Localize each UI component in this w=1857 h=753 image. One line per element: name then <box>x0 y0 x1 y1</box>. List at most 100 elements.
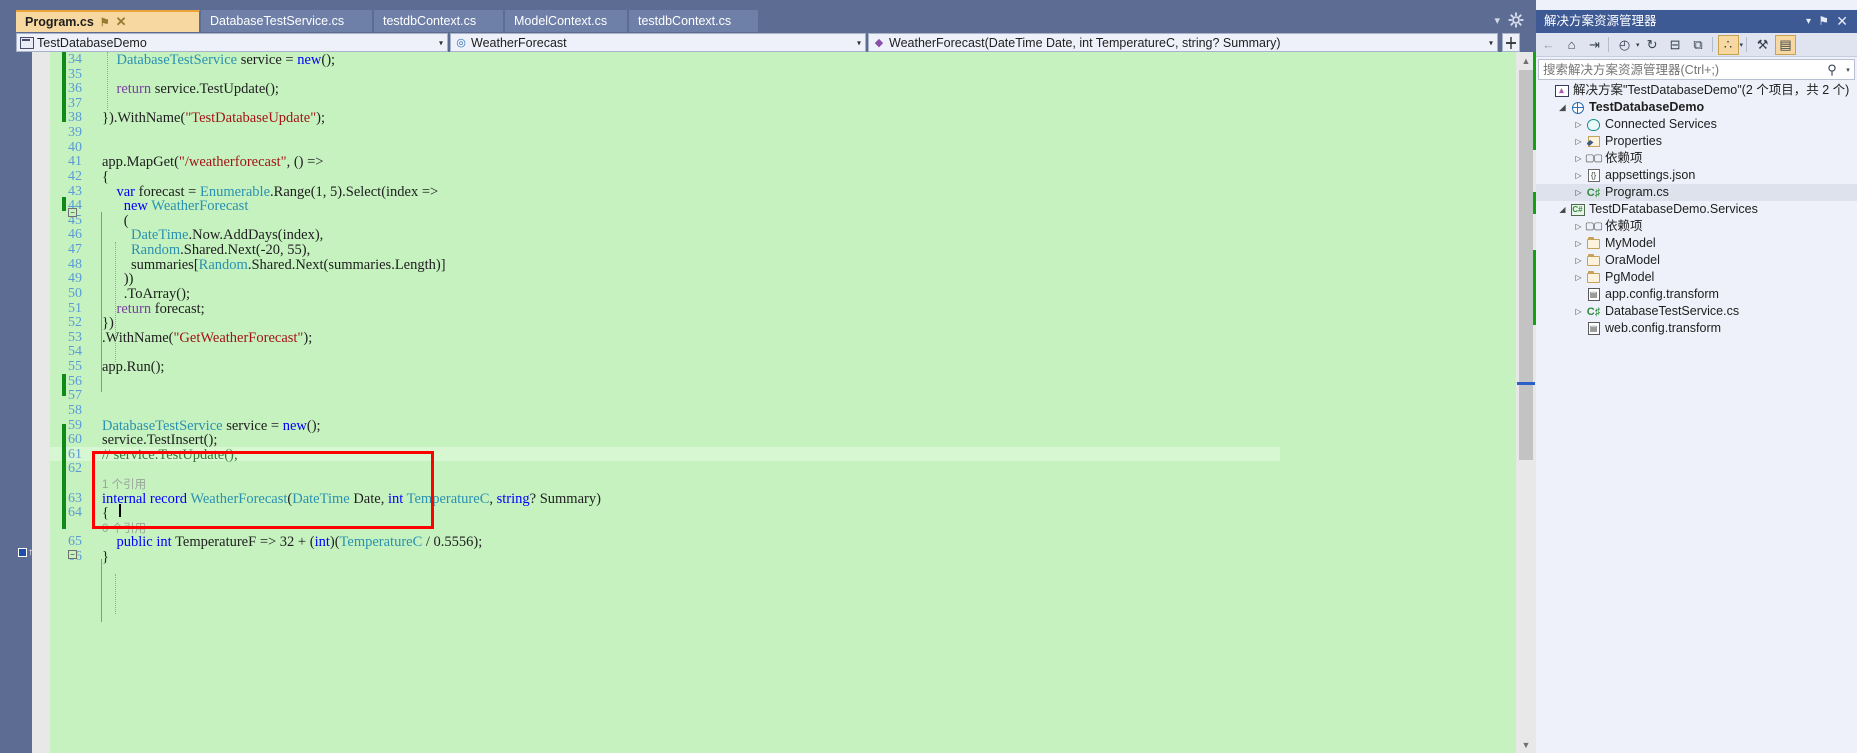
navbar-type-dropdown[interactable]: ◎ WeatherForecast ▾ <box>450 33 866 52</box>
navbar-project-dropdown[interactable]: TestDatabaseDemo ▾ <box>16 33 448 52</box>
code-line[interactable]: 56 <box>50 374 1280 389</box>
tree-item-program-cs[interactable]: ▷ C♯ Program.cs <box>1536 184 1857 201</box>
code-line[interactable]: 59 DatabaseTestService service = new(); <box>50 418 1280 434</box>
home-icon[interactable]: ⌂ <box>1561 35 1582 55</box>
tree-expander-icon[interactable]: ▷ <box>1572 171 1585 180</box>
tree-item-[interactable]: ▷ ▢▢ 依赖项 <box>1536 150 1857 167</box>
tree-item-testdatabasedemo-2-2[interactable]: ▴ 解决方案"TestDatabaseDemo"(2 个项目，共 2 个) <box>1536 82 1857 99</box>
code-line[interactable]: 44 new WeatherForecast <box>50 198 1280 214</box>
toolbar-dropdown-chevron-icon[interactable]: ▾ <box>1636 41 1640 49</box>
code-line[interactable]: 42{ <box>50 169 1280 185</box>
tree-expander-icon[interactable]: ▷ <box>1572 239 1585 248</box>
code-line[interactable]: 65 public int TemperatureF => 32 + (int)… <box>50 534 1280 550</box>
document-tab-2[interactable]: testdbContext.cs <box>374 10 504 32</box>
code-info-glyph-icon[interactable]: ↑ <box>18 547 33 558</box>
document-tab-0[interactable]: Program.cs ⚑ ✕ <box>16 10 200 32</box>
code-line[interactable]: 43 var forecast = Enumerable.Range(1, 5)… <box>50 184 1280 200</box>
code-fold-toggle[interactable]: − <box>68 208 77 217</box>
code-line[interactable]: 58 <box>50 403 1280 418</box>
codelens-reference-count[interactable]: 0 个引用 <box>102 520 146 536</box>
tree-expander-icon[interactable]: ▷ <box>1572 256 1585 265</box>
code-line[interactable]: 45 ( <box>50 213 1280 229</box>
tree-item-web-config-transform[interactable]: ▤ web.config.transform <box>1536 320 1857 337</box>
code-line[interactable]: 40 <box>50 140 1280 155</box>
toolbar-dropdown-chevron-icon[interactable]: ▾ <box>1740 41 1744 49</box>
code-line[interactable]: 53 .WithName("GetWeatherForecast"); <box>50 330 1280 346</box>
document-tab-4[interactable]: testdbContext.cs <box>629 10 759 32</box>
tree-expander-icon[interactable]: ◢ <box>1556 103 1569 112</box>
properties-wrench-icon[interactable]: ⚒ <box>1752 35 1773 55</box>
chevron-down-icon[interactable]: ▾ <box>857 38 861 47</box>
document-tab-3[interactable]: ModelContext.cs <box>505 10 628 32</box>
refresh-icon[interactable]: ↻ <box>1642 35 1663 55</box>
tree-expander-icon[interactable]: ▷ <box>1572 188 1585 197</box>
code-line[interactable]: 60 service.TestInsert(); <box>50 432 1280 448</box>
code-line[interactable]: 64{ <box>50 505 1280 521</box>
tree-item-testdfatabasedemo-services[interactable]: ◢ C# TestDFatabaseDemo.Services <box>1536 201 1857 218</box>
tree-expander-icon[interactable]: ▷ <box>1572 120 1585 129</box>
tab-close-icon[interactable]: ✕ <box>116 12 127 32</box>
code-line[interactable]: 34 DatabaseTestService service = new(); <box>50 52 1280 68</box>
document-tab-1[interactable]: DatabaseTestService.cs <box>201 10 373 32</box>
editor-breakpoint-gutter[interactable] <box>32 52 50 753</box>
navbar-member-dropdown[interactable]: ◆ WeatherForecast(DateTime Date, int Tem… <box>868 33 1498 52</box>
code-line[interactable]: 39 <box>50 125 1280 140</box>
solution-explorer-tree[interactable]: ▴ 解决方案"TestDatabaseDemo"(2 个项目，共 2 个) ◢ Tes… <box>1536 82 1857 753</box>
tab-settings-gear-icon[interactable] <box>1508 12 1524 28</box>
search-options-chevron-icon[interactable]: ▾ <box>1842 66 1854 74</box>
tree-expander-icon[interactable]: ▷ <box>1572 154 1585 163</box>
chevron-down-icon[interactable]: ▾ <box>439 38 443 47</box>
tab-pin-icon[interactable]: ⚑ <box>100 13 110 33</box>
code-line[interactable]: 55 app.Run(); <box>50 359 1280 375</box>
code-line[interactable]: 63 internal record WeatherForecast(DateTi… <box>50 491 1280 507</box>
tree-expander-icon[interactable]: ▷ <box>1572 307 1585 316</box>
chevron-down-icon[interactable]: ▾ <box>1489 38 1493 47</box>
sync-with-active-document-icon[interactable]: ⇥ <box>1584 35 1605 55</box>
tab-overflow-chevron-icon[interactable]: ▾ <box>1494 14 1500 27</box>
code-line[interactable]: 41 app.MapGet("/weatherforecast", () => <box>50 154 1280 170</box>
tree-expander-icon[interactable]: ◢ <box>1556 205 1569 214</box>
code-line[interactable]: 61// service.TestUpdate(); <box>50 446 1280 463</box>
code-line[interactable]: 49 )) <box>50 271 1280 287</box>
tree-item-mymodel[interactable]: ▷ MyModel <box>1536 235 1857 252</box>
solution-explorer-search[interactable]: ⚲ ▾ <box>1538 59 1855 80</box>
tree-item-pgmodel[interactable]: ▷ PgModel <box>1536 269 1857 286</box>
code-line[interactable]: 36 return service.TestUpdate(); <box>50 81 1280 97</box>
code-line[interactable]: 54 <box>50 344 1280 359</box>
back-icon[interactable]: ← <box>1538 35 1559 55</box>
preview-selected-items-icon[interactable]: ▤ <box>1775 34 1797 55</box>
split-editor-button[interactable] <box>1502 33 1520 52</box>
tree-expander-icon[interactable]: ▷ <box>1572 222 1585 231</box>
code-editor[interactable]: ↑ 34 DatabaseTestService service = new()… <box>16 52 1536 753</box>
code-line[interactable]: 51 return forecast; <box>50 301 1280 317</box>
code-line[interactable]: 48 summaries[Random.Shared.Next(summarie… <box>50 257 1280 273</box>
show-all-files-icon[interactable]: ⧉ <box>1688 35 1709 55</box>
tree-expander-icon[interactable]: ▷ <box>1572 137 1585 146</box>
search-input[interactable] <box>1539 62 1822 77</box>
tree-expander-icon[interactable]: ▷ <box>1572 273 1585 282</box>
codelens-reference-count[interactable]: 1 个引用 <box>102 476 146 492</box>
tree-item-databasetestservice-cs[interactable]: ▷ C♯ DatabaseTestService.cs <box>1536 303 1857 320</box>
code-line[interactable]: 47 Random.Shared.Next(-20, 55), <box>50 242 1280 258</box>
search-icon[interactable]: ⚲ <box>1822 62 1842 78</box>
tree-item-appsettings-json[interactable]: ▷{} appsettings.json <box>1536 167 1857 184</box>
tree-item-testdatabasedemo[interactable]: ◢ TestDatabaseDemo <box>1536 99 1857 116</box>
code-line[interactable]: 57 <box>50 388 1280 403</box>
code-line[interactable]: 66} <box>50 549 1280 565</box>
collapse-all-icon[interactable]: ⊟ <box>1665 35 1686 55</box>
code-line[interactable]: 46 DateTime.Now.AddDays(index), <box>50 227 1280 243</box>
panel-close-icon[interactable]: ✕ <box>1836 10 1848 33</box>
code-text-area[interactable]: 34 DatabaseTestService service = new(); 3… <box>50 52 1516 753</box>
panel-pin-icon[interactable]: ⚑ <box>1818 10 1829 33</box>
tree-item-properties[interactable]: ▷ Properties <box>1536 133 1857 150</box>
code-line[interactable]: 62 <box>50 461 1280 476</box>
code-line[interactable]: 35 <box>50 67 1280 82</box>
pending-changes-icon[interactable]: ◴ <box>1614 35 1635 55</box>
tree-item-[interactable]: ▷ ▢▢ 依赖项 <box>1536 218 1857 235</box>
tree-item-connected-services[interactable]: ▷ Connected Services <box>1536 116 1857 133</box>
code-line[interactable]: 38}).WithName("TestDatabaseUpdate"); <box>50 110 1280 126</box>
tree-item-oramodel[interactable]: ▷ OraModel <box>1536 252 1857 269</box>
tree-item-app-config-transform[interactable]: ▤ app.config.transform <box>1536 286 1857 303</box>
code-line[interactable]: 52}) <box>50 315 1280 331</box>
code-line[interactable]: 50 .ToArray(); <box>50 286 1280 302</box>
